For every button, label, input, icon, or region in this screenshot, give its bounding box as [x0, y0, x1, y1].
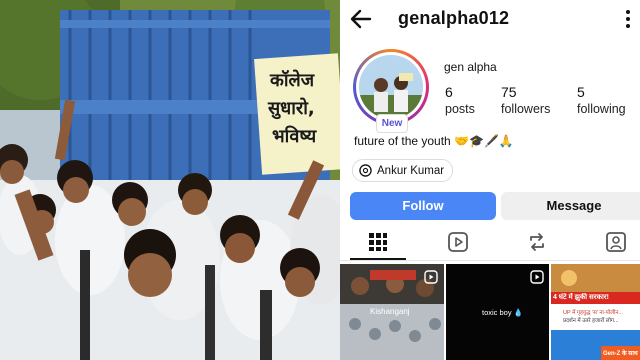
post-thumb-3[interactable]: 4 घंटे में झुकी सरकार! UP में गृहयुद्ध '…	[551, 264, 640, 360]
stat-following[interactable]: 5 following	[577, 84, 626, 116]
sign-line-3: भविष्य	[272, 125, 318, 147]
new-badge: New	[376, 114, 408, 133]
message-button[interactable]: Message	[501, 192, 640, 220]
followers-label: followers	[501, 102, 551, 116]
thumb1-caption: Kishanganj	[370, 307, 410, 316]
post-thumb-2[interactable]: toxic boy 💧	[446, 264, 549, 360]
mention-chip[interactable]: Ankur Kumar	[352, 159, 454, 182]
display-name: gen alpha	[444, 60, 497, 74]
profile-bio: future of the youth 🤝🎓🖋️🙏	[354, 134, 514, 148]
post-thumb-1[interactable]: Kishanganj	[340, 264, 444, 360]
reels-icon[interactable]	[446, 230, 470, 254]
reel-badge-icon	[424, 270, 438, 284]
sign-line-1: कॉलेज	[269, 69, 315, 91]
following-count: 5	[577, 84, 585, 100]
avatar	[359, 55, 423, 119]
thumb3-headline: 4 घंटे में झुकी सरकार!	[553, 294, 609, 301]
thumb3-line2: प्रदर्शन में उतरे हजारों लोग...	[563, 318, 619, 324]
reel-badge-icon	[530, 270, 544, 284]
thumb2-caption: toxic boy 💧	[482, 308, 524, 317]
thumb3-line1: UP में गृहयुद्ध 'स' ना-पोलीन...	[563, 310, 624, 316]
active-tab-indicator	[350, 258, 406, 260]
profile-username: genalpha012	[398, 8, 510, 28]
following-label: following	[577, 102, 626, 116]
stat-posts[interactable]: 6 posts	[445, 84, 475, 116]
tagged-icon[interactable]	[604, 230, 628, 254]
profile-panel: genalpha012 New gen alpha 6 posts 75 fol…	[340, 0, 640, 360]
protest-scene: कॉलेज सुधारो, भविष्य	[0, 0, 340, 360]
profile-tabs	[340, 226, 640, 261]
posts-grid: Kishanganj toxic boy 💧 4 घंटे में झुकी स…	[340, 264, 640, 360]
more-options-icon[interactable]	[624, 10, 632, 32]
reposts-icon[interactable]	[525, 230, 549, 254]
follow-button[interactable]: Follow	[350, 192, 496, 220]
thumb3-bottom: Gen-Z के साथ	[603, 351, 638, 357]
threads-icon	[359, 164, 372, 177]
sign-line-2: सुधारो,	[267, 97, 315, 120]
stat-followers[interactable]: 75 followers	[501, 84, 550, 116]
back-arrow-icon[interactable]	[348, 6, 374, 32]
mention-name: Ankur Kumar	[377, 164, 445, 177]
protest-sign: कॉलेज सुधारो, भविष्य	[254, 53, 340, 175]
followers-count: 75	[501, 84, 517, 100]
protest-photo: कॉलेज सुधारो, भविष्य	[0, 0, 340, 360]
grid-icon[interactable]	[366, 230, 390, 254]
top-bar: genalpha012	[340, 0, 640, 40]
posts-count: 6	[445, 84, 453, 100]
posts-label: posts	[445, 102, 475, 116]
